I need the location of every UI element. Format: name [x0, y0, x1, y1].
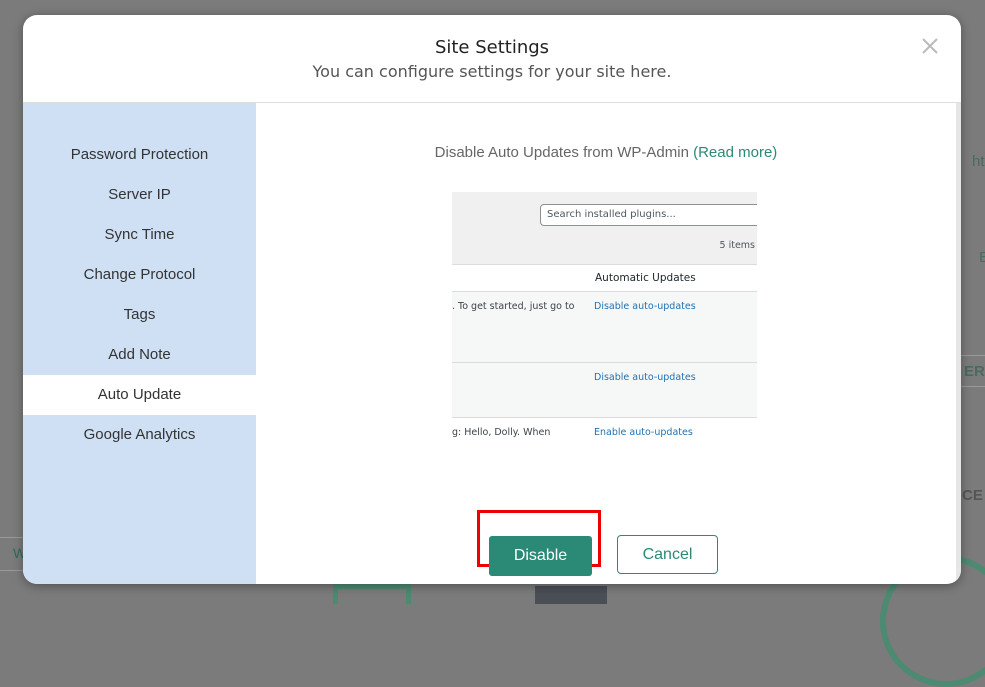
cancel-button[interactable]: Cancel — [617, 535, 718, 574]
settings-content: Disable Auto Updates from WP-Admin (Read… — [256, 103, 961, 584]
modal-header: Site Settings You can configure settings… — [23, 15, 961, 103]
close-icon[interactable] — [919, 35, 941, 57]
screenshot-items-count: 5 items — [719, 240, 755, 251]
screenshot-row-action: Enable auto-updates — [594, 427, 693, 438]
sidebar-item-tags[interactable]: Tags — [23, 295, 256, 335]
bg-shape-1 — [333, 584, 411, 604]
screenshot-row-action: Disable auto-updates — [594, 301, 696, 312]
sidebar-item-server-ip[interactable]: Server IP — [23, 175, 256, 215]
heading-text: Disable Auto Updates from WP-Admin — [434, 144, 694, 161]
read-more-link[interactable]: (Read more) — [693, 144, 777, 161]
modal-subtitle: You can configure settings for your site… — [312, 62, 672, 81]
site-settings-modal: Site Settings You can configure settings… — [23, 15, 961, 584]
sidebar-item-password-protection[interactable]: Password Protection — [23, 135, 256, 175]
screenshot-row-description: g: Hello, Dolly. When — [452, 427, 551, 438]
bg-text-ht: ht — [972, 153, 985, 170]
screenshot-toolbar: Search installed plugins... 5 items — [452, 192, 757, 265]
sidebar-item-sync-time[interactable]: Sync Time — [23, 215, 256, 255]
bg-box-right — [957, 355, 985, 387]
sidebar-item-change-protocol[interactable]: Change Protocol — [23, 255, 256, 295]
settings-sidebar: Password Protection Server IP Sync Time … — [23, 103, 256, 584]
sidebar-item-auto-update[interactable]: Auto Update — [23, 375, 256, 415]
bg-shape-2 — [535, 586, 607, 604]
content-scrollbar[interactable] — [956, 103, 961, 584]
sidebar-item-add-note[interactable]: Add Note — [23, 335, 256, 375]
auto-update-heading: Disable Auto Updates from WP-Admin (Read… — [256, 144, 956, 161]
wp-admin-screenshot: Search installed plugins... 5 items Auto… — [452, 192, 757, 454]
bg-text-e: E — [979, 249, 985, 266]
screenshot-row-action: Disable auto-updates — [594, 372, 696, 383]
screenshot-column-header: Automatic Updates — [595, 272, 696, 284]
disable-button[interactable]: Disable — [489, 536, 592, 576]
screenshot-row: g: Hello, Dolly. When Enable auto-update… — [452, 418, 757, 454]
screenshot-row: Disable auto-updates — [452, 363, 757, 417]
screenshot-search-input: Search installed plugins... — [540, 204, 757, 226]
screenshot-row-description: . To get started, just go to — [452, 301, 575, 312]
screenshot-row: . To get started, just go to Disable aut… — [452, 292, 757, 362]
modal-title: Site Settings — [434, 37, 550, 58]
bg-text-ce: CE — [962, 487, 983, 504]
sidebar-item-google-analytics[interactable]: Google Analytics — [23, 415, 256, 455]
